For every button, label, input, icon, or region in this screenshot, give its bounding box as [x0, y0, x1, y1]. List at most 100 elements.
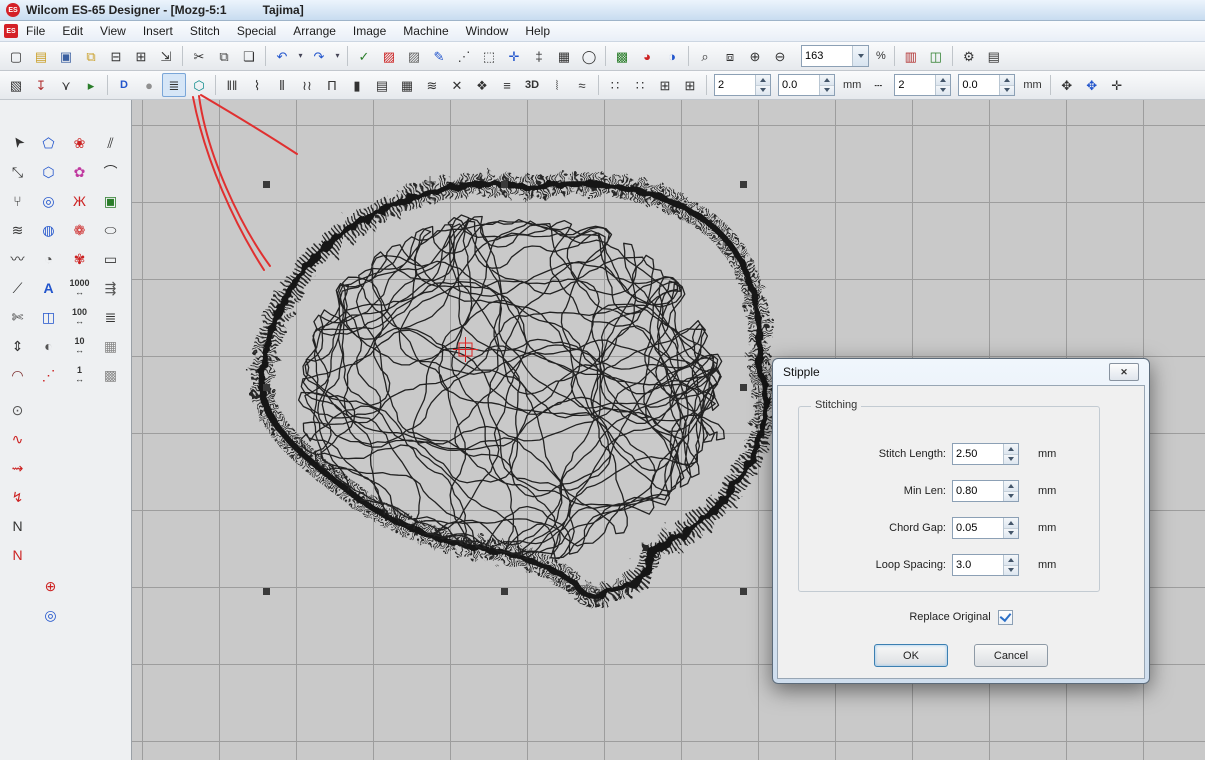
menu-machine[interactable]: Machine [395, 22, 456, 40]
field4-spinner[interactable] [958, 74, 1015, 96]
selection-handle[interactable] [263, 181, 270, 188]
spin-down-icon[interactable] [1000, 86, 1014, 96]
dialog-close-button[interactable]: ✕ [1109, 363, 1139, 381]
column-tool[interactable]: ✾ [64, 244, 95, 273]
flower-tool[interactable]: ❁ [64, 215, 95, 244]
tatami-fill-button[interactable]: ▤ [370, 73, 394, 97]
field1-input[interactable] [715, 75, 755, 95]
underlay-b-button[interactable]: ∷ [628, 73, 652, 97]
spin-down-icon[interactable] [756, 86, 770, 96]
field2-spin-buttons[interactable] [819, 75, 834, 95]
chord-gap-input[interactable] [953, 518, 1003, 538]
field4-spin-buttons[interactable] [999, 75, 1014, 95]
loop-spacing-spinner[interactable] [952, 554, 1019, 576]
hoop-view-button[interactable]: ▧ [4, 73, 28, 97]
field2-spinner[interactable] [778, 74, 835, 96]
field3-input[interactable] [895, 75, 935, 95]
menu-help[interactable]: Help [517, 22, 558, 40]
hoop-toggle-button[interactable]: ◯ [577, 44, 601, 68]
zoom-dropdown-icon[interactable] [852, 46, 868, 66]
3d-effect-button[interactable]: 3D [520, 73, 544, 97]
zoom-box-button[interactable]: ⧈ [718, 44, 742, 68]
spin-up-icon[interactable] [1004, 518, 1018, 529]
zigzag-stitch-button[interactable]: ≀≀ [295, 73, 319, 97]
dotted-run-tool[interactable]: ⋰ [33, 360, 64, 389]
save-design-button[interactable]: ▣ [54, 44, 78, 68]
selection-handle[interactable] [740, 384, 747, 391]
sculpture-run-button[interactable]: ⦚ [545, 73, 569, 97]
ok-button[interactable]: OK [874, 644, 948, 667]
auto-outline-button[interactable]: ▨ [402, 44, 426, 68]
design-properties-button[interactable]: ⚙ [957, 44, 981, 68]
menu-insert[interactable]: Insert [135, 22, 181, 40]
print-button[interactable]: ⊟ [104, 44, 128, 68]
spin-down-icon[interactable] [1004, 492, 1018, 502]
travel-1-button[interactable]: 1 [64, 360, 95, 389]
overview-window-button[interactable]: ◫ [924, 44, 948, 68]
needle-button[interactable]: ‡ [527, 44, 551, 68]
rectangle-tool[interactable]: ▭ [95, 244, 126, 273]
field2-input[interactable] [779, 75, 819, 95]
field3-spinner[interactable] [894, 74, 951, 96]
motif-fill-button[interactable]: ≋ [420, 73, 444, 97]
menu-special[interactable]: Special [229, 22, 284, 40]
run-stitch-button[interactable]: ⌇ [245, 73, 269, 97]
field4-input[interactable] [959, 75, 999, 95]
travel-100-button[interactable]: 100 [64, 302, 95, 331]
spin-up-icon[interactable] [756, 75, 770, 86]
spin-up-icon[interactable] [820, 75, 834, 86]
menu-view[interactable]: View [92, 22, 134, 40]
weave-tool[interactable]: ≋ [2, 215, 33, 244]
density-b-button[interactable]: ⊞ [678, 73, 702, 97]
satin-stitch-button[interactable]: ▮ [345, 73, 369, 97]
spin-up-icon[interactable] [1000, 75, 1014, 86]
zoom-level-combobox[interactable] [801, 45, 869, 67]
min-len-spinner[interactable] [952, 480, 1019, 502]
background-color-button[interactable]: ◑ [660, 44, 684, 68]
thread-colors-button[interactable]: ▩ [610, 44, 634, 68]
monogram-tool[interactable]: Ж [64, 186, 95, 215]
trueview-button[interactable]: D [112, 73, 136, 97]
stitch-arrow-tool[interactable]: ⇝ [2, 453, 33, 482]
arc-tool[interactable]: ⌒ [95, 157, 126, 186]
cross-stitch-button[interactable]: ✕ [445, 73, 469, 97]
stitch-wave-tool[interactable]: ∿ [2, 424, 33, 453]
embroidery-design[interactable] [262, 176, 766, 596]
stipple-fill-button[interactable]: ⋰ [452, 44, 476, 68]
crosshair-button[interactable]: ✛ [502, 44, 526, 68]
lettering-tool[interactable]: A [33, 273, 64, 302]
paste-button[interactable]: ❏ [237, 44, 261, 68]
stitch-length-spin-buttons[interactable] [1003, 444, 1018, 464]
ladder-tool[interactable]: ≣ [95, 302, 126, 331]
reshape-tool[interactable]: ⬠ [33, 128, 64, 157]
fan-tool[interactable]: ◠ [2, 360, 33, 389]
slow-redraw-button[interactable]: ▸ [79, 73, 103, 97]
freehand-outline-button[interactable]: ⬡ [187, 73, 211, 97]
chord-gap-spinner[interactable] [952, 517, 1019, 539]
underlay-a-button[interactable]: ∷ [603, 73, 627, 97]
knife-tool[interactable]: ⟋ [2, 273, 33, 302]
spin-down-icon[interactable] [1004, 566, 1018, 576]
open-design-button[interactable]: ▤ [29, 44, 53, 68]
half-shade-tool[interactable]: ◐ [33, 331, 64, 360]
selection-handle[interactable] [740, 588, 747, 595]
pen-tool-button[interactable]: ✎ [427, 44, 451, 68]
menu-image[interactable]: Image [345, 22, 394, 40]
cancel-button[interactable]: Cancel [974, 644, 1048, 667]
loop-spacing-input[interactable] [953, 555, 1003, 575]
replace-original-checkbox[interactable] [998, 610, 1013, 625]
undo-button[interactable]: ↶ [270, 44, 294, 68]
hatch-tool[interactable]: ⫽ [95, 128, 126, 157]
travel-1000-button[interactable]: 1000 [64, 273, 95, 302]
fur-effect-tool[interactable]: ⇶ [95, 273, 126, 302]
closed-shape-tool[interactable]: ⬡ [33, 157, 64, 186]
stitch-length-spinner[interactable] [952, 443, 1019, 465]
selection-handle[interactable] [263, 384, 270, 391]
selection-handle[interactable] [263, 588, 270, 595]
motif-run-tool[interactable]: ❀ [64, 128, 95, 157]
needle-position-button[interactable]: ↧ [29, 73, 53, 97]
menu-window[interactable]: Window [458, 22, 517, 40]
new-design-button[interactable]: ▢ [4, 44, 28, 68]
dim-artwork-button[interactable]: ● [137, 73, 161, 97]
redo-button[interactable]: ↷ [307, 44, 331, 68]
